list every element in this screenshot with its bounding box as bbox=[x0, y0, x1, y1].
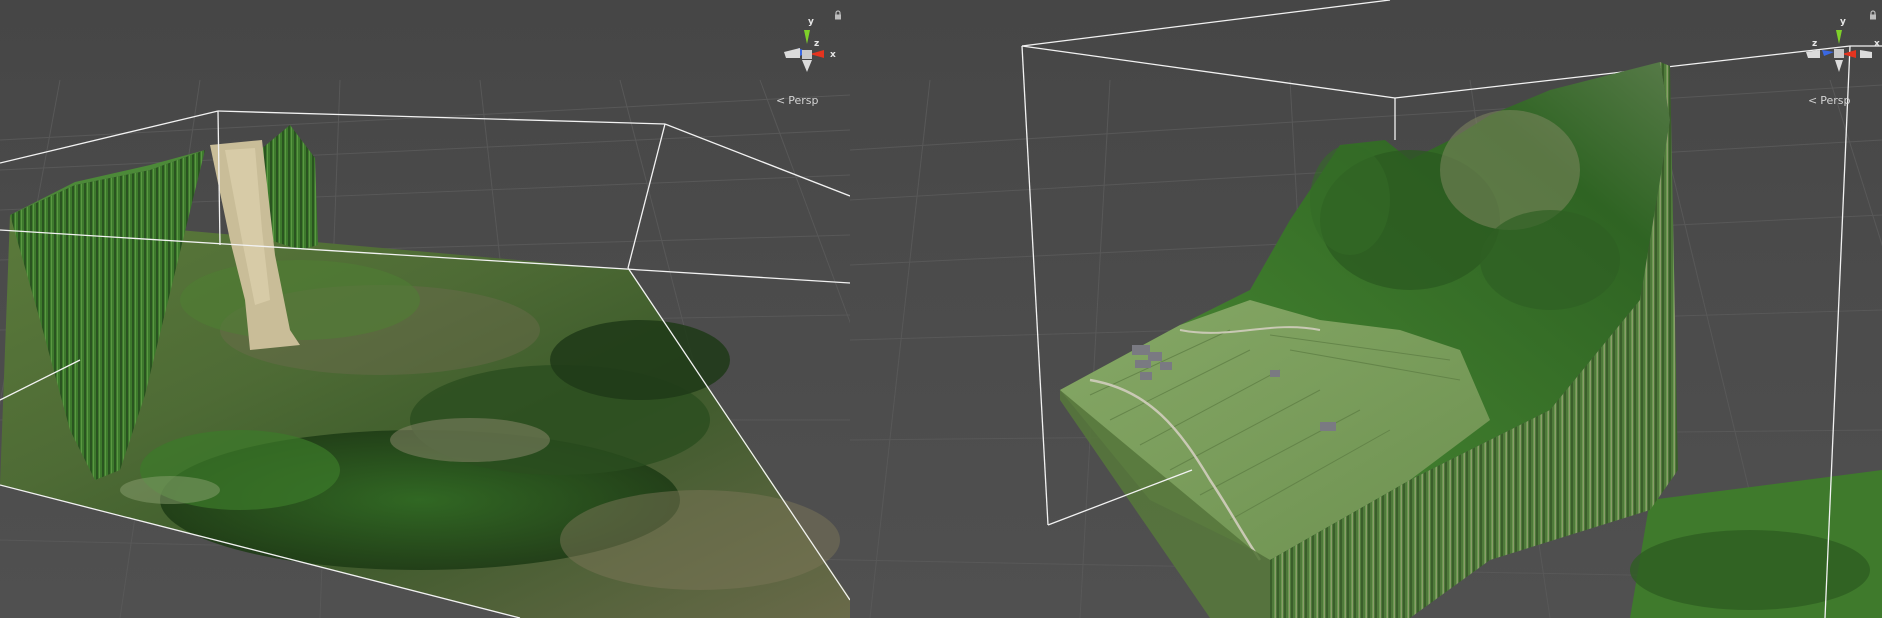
axis-x-label: x bbox=[1874, 39, 1880, 49]
terrain-scene-right[interactable] bbox=[850, 0, 1882, 618]
projection-toggle[interactable]: < Persp bbox=[1808, 92, 1850, 108]
persp-toggle-icon: < bbox=[1808, 93, 1818, 107]
projection-toggle[interactable]: < Persp bbox=[776, 92, 818, 108]
axis-y-label: y bbox=[808, 17, 814, 27]
lock-icon[interactable] bbox=[1868, 10, 1878, 20]
lock-icon[interactable] bbox=[833, 10, 843, 20]
axis-z-label: z bbox=[1812, 39, 1817, 49]
scene-viewport-right[interactable]: y z x < Persp bbox=[850, 0, 1882, 618]
axis-y-cone[interactable] bbox=[804, 30, 810, 44]
axis-x-label: x bbox=[830, 50, 836, 60]
axis-z-label: z bbox=[814, 39, 819, 49]
axis-z-cone[interactable] bbox=[1822, 50, 1834, 56]
axis-x-cone[interactable] bbox=[810, 50, 824, 58]
axis-y-label: y bbox=[1840, 17, 1846, 27]
axis-x-cone[interactable] bbox=[1842, 50, 1856, 58]
scene-views: y z x < Persp y z x < Persp bbox=[0, 0, 1882, 618]
projection-label: Persp bbox=[788, 93, 819, 107]
projection-label: Persp bbox=[1820, 93, 1851, 107]
persp-toggle-icon: < bbox=[776, 93, 786, 107]
scene-viewport-left[interactable]: y z x < Persp bbox=[0, 0, 850, 618]
axis-y-cone[interactable] bbox=[1836, 30, 1842, 44]
terrain-scene-left[interactable] bbox=[0, 0, 850, 618]
